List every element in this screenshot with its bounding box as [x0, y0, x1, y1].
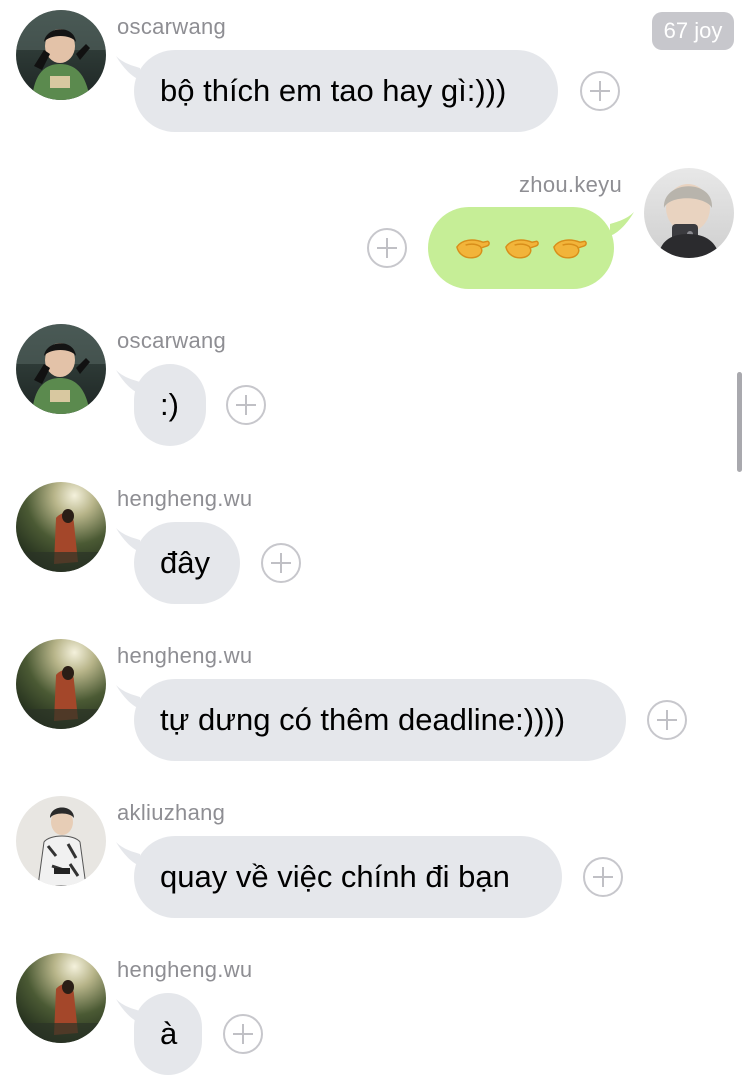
pinching-hand-emoji	[454, 233, 491, 263]
message-bubble[interactable]: tự dưng có thêm deadline:))))	[134, 679, 626, 761]
oscarwang-avatar[interactable]	[16, 10, 106, 100]
add-reaction-button[interactable]	[583, 857, 623, 897]
add-reaction-button[interactable]	[226, 385, 266, 425]
message-row: zhou.keyu	[0, 160, 750, 300]
zhou-keyu-avatar[interactable]	[644, 168, 734, 258]
akliuzhang-avatar[interactable]	[16, 796, 106, 886]
emoji-group	[454, 207, 588, 289]
message-row: oscarwang bộ thích em tao hay gì:)))	[0, 0, 750, 140]
message-bubble[interactable]: bộ thích em tao hay gì:)))	[134, 50, 558, 132]
pinching-hand-emoji	[551, 233, 588, 263]
sender-name: akliuzhang	[117, 800, 226, 825]
add-reaction-button[interactable]	[580, 71, 620, 111]
sender-name: hengheng.wu	[117, 643, 253, 668]
message-row: hengheng.wu đây	[0, 472, 750, 612]
message-bubble[interactable]: quay về việc chính đi bạn	[134, 836, 562, 918]
message-bubble[interactable]: :)	[134, 364, 206, 446]
add-reaction-button[interactable]	[223, 1014, 263, 1054]
sender-name: oscarwang	[117, 328, 227, 353]
oscarwang-avatar[interactable]	[16, 324, 106, 414]
sender-name: hengheng.wu	[117, 957, 253, 982]
message-row: oscarwang :)	[0, 314, 750, 454]
message-row: akliuzhang quay về việc chính đi bạn	[0, 786, 750, 926]
hengheng-wu-avatar[interactable]	[16, 639, 106, 729]
pinching-hand-emoji	[503, 233, 540, 263]
message-bubble[interactable]: à	[134, 993, 202, 1075]
sender-name: oscarwang	[117, 14, 227, 39]
bubble-tail	[610, 212, 634, 236]
message-row: hengheng.wu à	[0, 943, 750, 1076]
message-row: hengheng.wu tự dưng có thêm deadline:)))…	[0, 629, 750, 769]
add-reaction-button[interactable]	[647, 700, 687, 740]
sender-name: zhou.keyu	[519, 172, 622, 197]
message-bubble[interactable]	[428, 207, 614, 289]
hengheng-wu-avatar[interactable]	[16, 953, 106, 1043]
hengheng-wu-avatar[interactable]	[16, 482, 106, 572]
sender-name: hengheng.wu	[117, 486, 253, 511]
add-reaction-button[interactable]	[261, 543, 301, 583]
add-reaction-button[interactable]	[367, 228, 407, 268]
message-bubble[interactable]: đây	[134, 522, 240, 604]
